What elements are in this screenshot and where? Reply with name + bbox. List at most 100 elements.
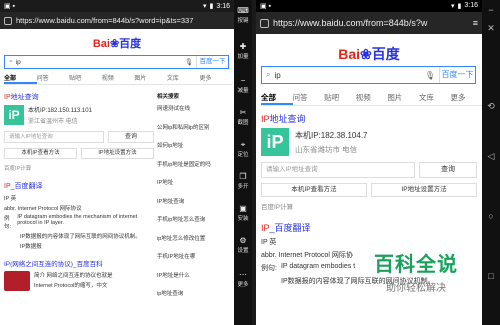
gear-icon: ⚙ xyxy=(239,236,247,245)
translate-title[interactable]: IP_百度翻译 xyxy=(261,221,477,234)
toolbar-volume-up[interactable]: ✚ 加量 xyxy=(234,42,252,60)
ip-input[interactable]: 请输入IP地址查询 xyxy=(4,131,104,143)
example-label: 例句: xyxy=(4,216,12,230)
multi-instance-icon: ❐ xyxy=(239,172,247,181)
ip-method-buttons: 本机IP查看方法 IP地址设置方法 xyxy=(4,148,154,159)
related-header: 相关搜索 xyxy=(157,94,180,100)
volume-up-icon: ✚ xyxy=(239,42,247,51)
toolbar-screenshot[interactable]: ✂ 截图 xyxy=(234,108,252,126)
local-ip: 本机IP:182.38.104.7 xyxy=(295,130,368,140)
tab-video[interactable]: 视频 xyxy=(356,92,388,105)
related-item[interactable]: ip地址怎么修改位置 xyxy=(157,234,229,242)
url-text[interactable]: https://www.baidu.com/from=844b/s?word=i… xyxy=(16,16,193,25)
tab-all[interactable]: 全部 xyxy=(4,73,37,84)
toolbar-more[interactable]: ⋯ 更多 xyxy=(234,270,252,288)
tab-wenku[interactable]: 文库 xyxy=(167,73,200,84)
protocol-title[interactable]: IP(网络之间互连的协议)_百度百科 xyxy=(4,258,154,268)
related-item[interactable]: 手机ip地址是固定的吗 xyxy=(157,160,229,168)
related-item[interactable]: IP地址 xyxy=(157,178,229,186)
tab-more[interactable]: 更多 xyxy=(199,73,232,84)
related-item[interactable]: 如何ip地址 xyxy=(157,141,229,149)
result-tabs: 全部 问答 贴吧 视频 图片 文库 更多 xyxy=(261,92,482,106)
watermark-title: 百科全说 xyxy=(374,254,458,276)
tab-images[interactable]: 图片 xyxy=(387,92,419,105)
install-icon: ▣ xyxy=(239,204,247,213)
status-icons: ▣ ▪ xyxy=(4,3,16,10)
home-icon[interactable]: ○ xyxy=(485,210,497,222)
toolbar-settings[interactable]: ⚙ 设置 xyxy=(234,236,252,254)
address-bar[interactable]: https://www.baidu.com/from=844b/s?w ≡ xyxy=(256,12,482,34)
close-icon[interactable]: ✕ xyxy=(485,22,497,34)
ip-calc-link[interactable]: 百度IP计算 xyxy=(4,164,154,172)
search-button[interactable]: 百度一下 xyxy=(196,56,228,68)
ip-location: 浙江省温州市 电信 xyxy=(28,119,78,125)
ip-input[interactable]: 请输入IP地址查询 xyxy=(261,162,415,178)
tab-wenku[interactable]: 文库 xyxy=(419,92,451,105)
translate-abbr: abbr. Internet Protocol 网际协议 xyxy=(4,206,82,212)
mic-icon[interactable]: 🎙 xyxy=(421,71,439,80)
related-item[interactable]: 公网ip和私网ip的区别 xyxy=(157,123,229,131)
tab-qa[interactable]: 问答 xyxy=(37,73,70,84)
status-bar: ▣ ▪ ▾ ▮ 3:16 xyxy=(0,0,234,12)
tab-video[interactable]: 视频 xyxy=(102,73,135,84)
translate-more: IP数据报 xyxy=(20,244,42,250)
setup-ip-method-button[interactable]: IP地址设置方法 xyxy=(371,183,477,197)
protocol-thumbnail xyxy=(4,271,30,291)
search-box[interactable]: ⌕ ip 🎙 百度一下 xyxy=(4,55,229,69)
tab-tieba[interactable]: 贴吧 xyxy=(324,92,356,105)
example-en: IP datagram embodies the mechanism of in… xyxy=(17,214,138,226)
local-ip: 本机IP:182.150.113.101 xyxy=(28,108,92,114)
url-text[interactable]: https://www.baidu.com/from=844b/s?w xyxy=(273,18,427,28)
toolbar-install[interactable]: ▣ 安装 xyxy=(234,204,252,222)
status-icons: ▣ ▪ xyxy=(260,3,272,10)
related-item[interactable]: 手机IP地址在哪 xyxy=(157,252,229,260)
search-box[interactable]: ⌕ ip 🎙 百度一下 xyxy=(261,66,476,84)
related-item[interactable]: 网速测试在线 xyxy=(157,104,229,112)
view-ip-method-button[interactable]: 本机IP查看方法 xyxy=(261,183,367,197)
ip-lookup-title[interactable]: IP地址查询 xyxy=(4,92,154,102)
toolbar-keys[interactable]: ⌨ 按键 xyxy=(234,6,252,24)
paw-icon: ❀ xyxy=(109,38,120,50)
setup-ip-method-button[interactable]: IP地址设置方法 xyxy=(81,148,154,159)
menu-icon[interactable]: ≡ xyxy=(473,18,478,28)
ip-query-row: 请输入IP地址查询 查询 xyxy=(4,131,154,143)
recent-apps-icon[interactable]: □ xyxy=(485,270,497,282)
volume-down-icon: − xyxy=(240,76,246,85)
wifi-icon: ▾ xyxy=(451,3,455,10)
tab-qa[interactable]: 问答 xyxy=(293,92,325,105)
query-button[interactable]: 查询 xyxy=(419,162,477,178)
lock-icon xyxy=(260,18,269,28)
toolbar-location[interactable]: ⌖ 定位 xyxy=(234,140,252,158)
related-item[interactable]: 手机ip地址怎么查询 xyxy=(157,215,229,223)
search-input[interactable]: ip xyxy=(274,71,280,80)
ip-method-buttons: 本机IP查看方法 IP地址设置方法 xyxy=(261,183,477,197)
view-ip-method-button[interactable]: 本机IP查看方法 xyxy=(4,148,77,159)
protocol-text-1: 简介 网络之间互连的协议也就是 xyxy=(34,273,113,279)
search-icon: ⌕ xyxy=(266,70,271,79)
tab-all[interactable]: 全部 xyxy=(261,92,293,105)
toolbar-multi[interactable]: ❐ 多开 xyxy=(234,172,252,190)
ip-calc-link[interactable]: 百度IP计算 xyxy=(261,201,477,211)
related-item[interactable]: IP地址查询 xyxy=(157,197,229,205)
related-item[interactable]: ip地址查询 xyxy=(157,289,229,297)
rotate-icon[interactable]: ⟲ xyxy=(485,100,497,112)
related-item[interactable]: IP地址是什么 xyxy=(157,271,229,279)
address-bar[interactable]: https://www.baidu.com/from=844b/s?word=i… xyxy=(0,12,234,29)
toolbar-volume-down[interactable]: − 减量 xyxy=(234,76,252,94)
ip-icon: iP xyxy=(4,105,24,125)
query-button[interactable]: 查询 xyxy=(108,131,154,143)
right-phone-screen: ▣ ▪ ▾ ▮ 3:16 https://www.baidu.com/from=84… xyxy=(256,0,482,325)
tab-more[interactable]: 更多 xyxy=(450,92,482,105)
minimize-icon[interactable]: − xyxy=(485,4,497,16)
mic-icon[interactable]: 🎙 xyxy=(182,58,196,66)
tab-tieba[interactable]: 贴吧 xyxy=(69,73,102,84)
back-icon[interactable]: ◁ xyxy=(485,150,497,162)
tab-images[interactable]: 图片 xyxy=(134,73,167,84)
lock-icon xyxy=(4,16,12,25)
keyboard-icon: ⌨ xyxy=(237,6,249,15)
ip-lookup-title[interactable]: IP地址查询 xyxy=(261,112,477,125)
search-button[interactable]: 百度一下 xyxy=(439,67,475,83)
translate-title[interactable]: IP_百度翻译 xyxy=(4,181,154,191)
ip-icon: iP xyxy=(261,128,289,156)
search-input[interactable]: ip xyxy=(16,59,21,66)
